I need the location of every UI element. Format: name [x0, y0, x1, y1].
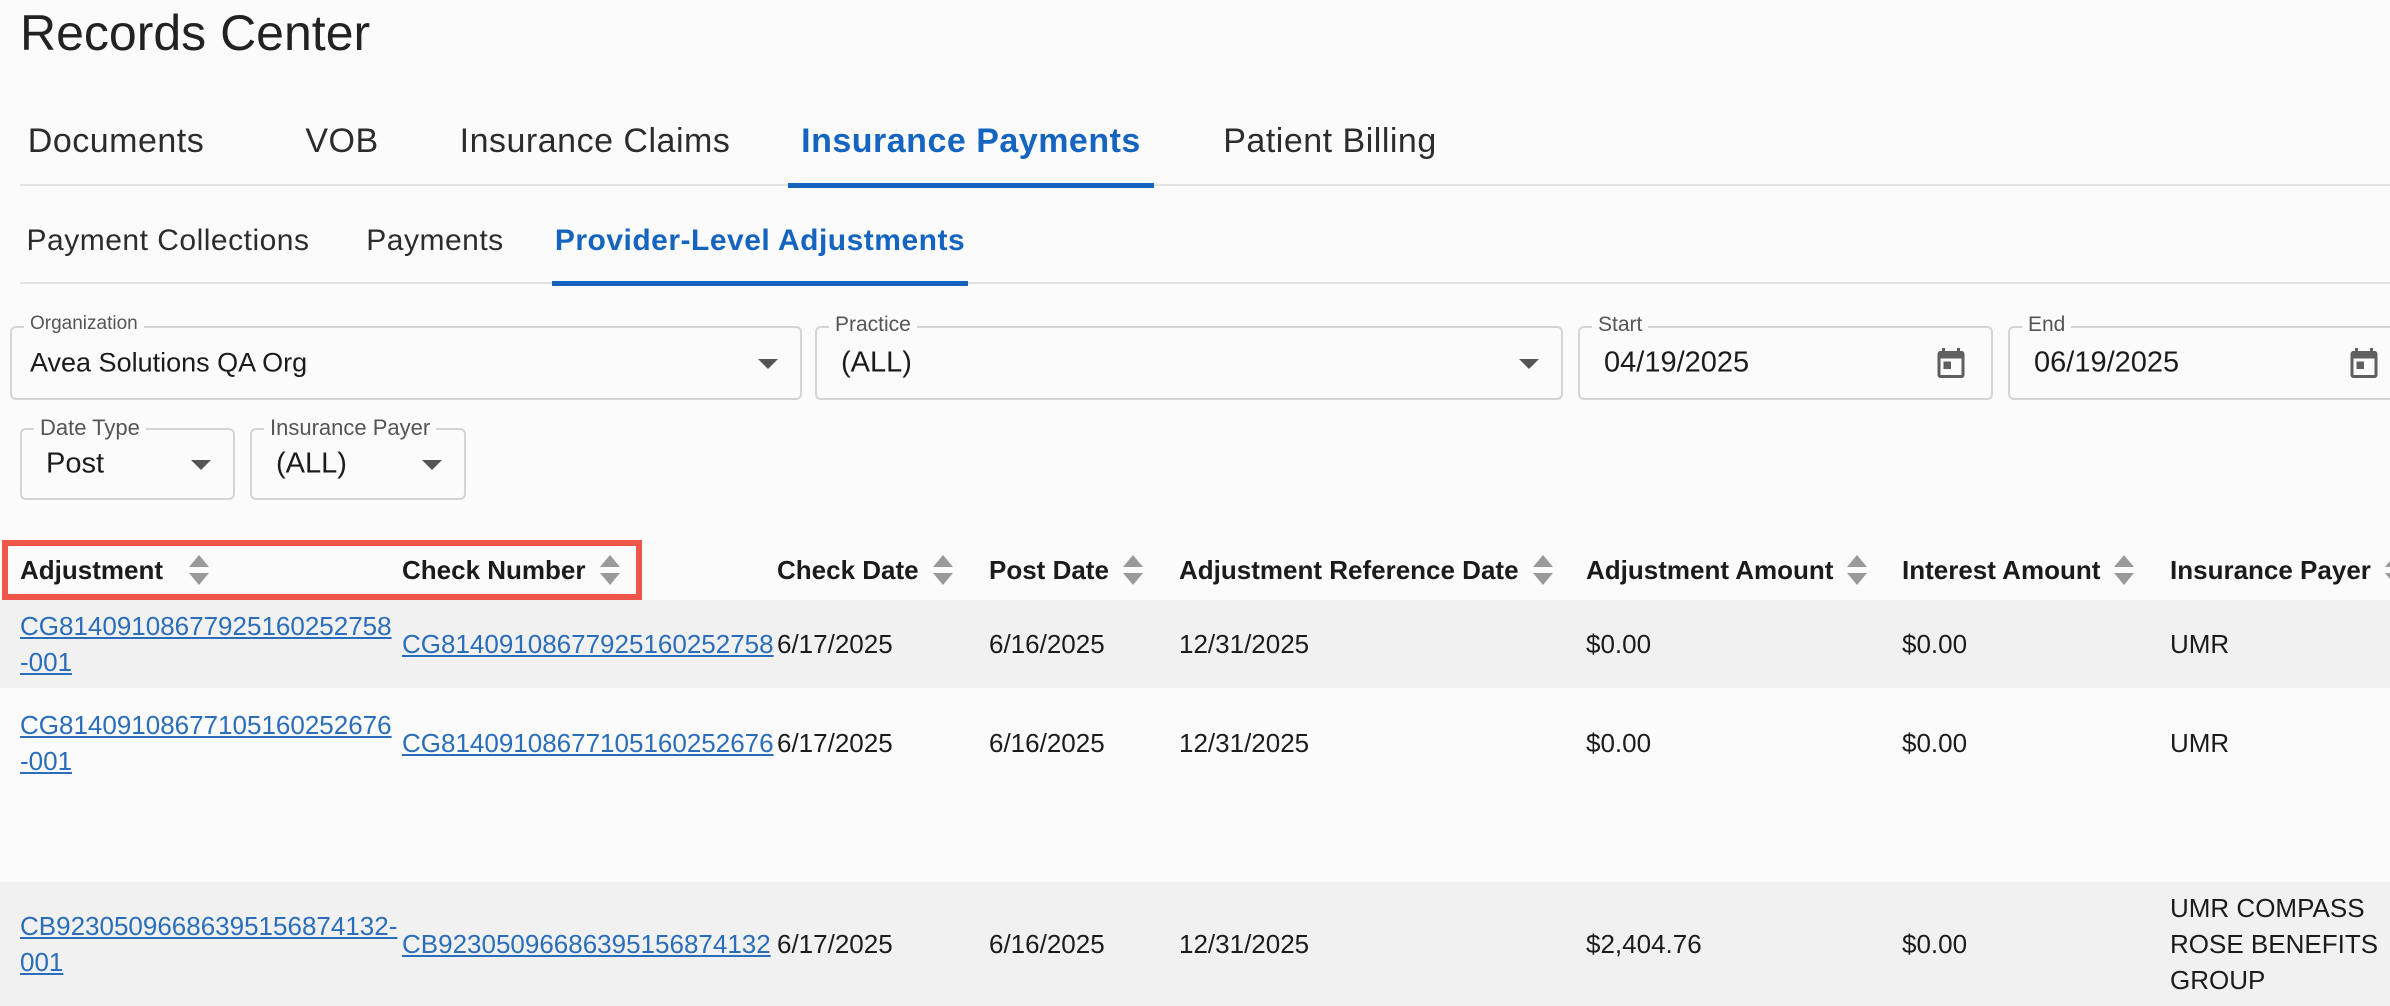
insurance-payer-select[interactable]: Insurance Payer (ALL)	[250, 415, 466, 500]
column-header-label: Insurance Payer	[2170, 554, 2371, 585]
subtab-payments[interactable]: Payments	[360, 206, 510, 284]
main-tabs: Documents VOB Insurance Claims Insurance…	[20, 106, 2390, 188]
sort-icon[interactable]	[2114, 555, 2135, 585]
column-header-label: Post Date	[989, 554, 1109, 585]
column-header-label: Check Date	[777, 554, 919, 585]
date-type-label: Date Type	[34, 415, 146, 441]
cell-reference-date: 12/31/2025	[1179, 728, 1310, 758]
cell-check-date: 6/17/2025	[777, 728, 893, 758]
cell-check-number: CB92305096686395156874132	[402, 882, 771, 1006]
cell-interest-amount: $0.00	[1902, 929, 1968, 959]
tab-insurance-claims[interactable]: Insurance Claims	[440, 106, 750, 186]
cell-check-number: CG81409108677105160252676	[402, 688, 774, 798]
cell-reference-date: 12/31/2025	[1179, 929, 1310, 959]
cell-post-date: 6/16/2025	[989, 629, 1105, 659]
column-header-insurance-payer[interactable]: Insurance Payer	[2170, 540, 2390, 600]
cell-adjustment-amount: $2,404.76	[1586, 929, 1702, 959]
date-type-value: Post	[46, 447, 105, 480]
sort-icon[interactable]	[1847, 555, 1868, 585]
end-date-field[interactable]: End 06/19/2025	[2008, 313, 2390, 400]
chevron-down-icon	[1519, 359, 1539, 369]
organization-label: Organization	[24, 313, 144, 335]
cell-adjustment: CB92305096686395156874132-001	[20, 882, 400, 1006]
sort-icon[interactable]	[2384, 555, 2390, 585]
end-value: 06/19/2025	[2034, 346, 2180, 379]
check-number-link[interactable]: CG81409108677925160252758	[402, 626, 774, 662]
adjustment-link[interactable]: CB92305096686395156874132-001	[20, 908, 400, 980]
column-header-label: Adjustment	[20, 554, 163, 585]
sort-icon[interactable]	[1532, 555, 1553, 585]
tab-insurance-payments[interactable]: Insurance Payments	[788, 106, 1154, 188]
cell-check-date: 6/17/2025	[777, 629, 893, 659]
column-header-label: Adjustment Reference Date	[1179, 554, 1519, 585]
column-header-adjustment-reference-date[interactable]: Adjustment Reference Date	[1179, 540, 1553, 600]
column-header-post-date[interactable]: Post Date	[989, 540, 1143, 600]
cell-post-date: 6/16/2025	[989, 929, 1105, 959]
column-header-check-number[interactable]: Check Number	[402, 540, 620, 600]
check-number-link[interactable]: CB92305096686395156874132	[402, 926, 771, 962]
practice-value: (ALL)	[841, 346, 912, 379]
cell-reference-date: 12/31/2025	[1179, 629, 1310, 659]
sort-icon[interactable]	[1122, 555, 1143, 585]
cell-interest-amount: $0.00	[1902, 728, 1968, 758]
practice-select[interactable]: Practice (ALL)	[815, 313, 1563, 400]
cell-adjustment-amount: $0.00	[1586, 629, 1652, 659]
cell-insurance-payer: UMR	[2170, 629, 2230, 659]
adjustment-link[interactable]: CG81409108677925160252758-001	[20, 608, 400, 680]
cell-post-date: 6/16/2025	[989, 728, 1105, 758]
organization-select[interactable]: Organization Avea Solutions QA Org	[10, 313, 802, 400]
chevron-down-icon	[191, 460, 211, 470]
chevron-down-icon	[758, 359, 778, 369]
tab-documents[interactable]: Documents	[20, 106, 212, 186]
column-header-adjustment-amount[interactable]: Adjustment Amount	[1586, 540, 1868, 600]
column-header-adjustment[interactable]: Adjustment	[20, 540, 209, 600]
tab-vob[interactable]: VOB	[282, 106, 402, 186]
column-header-label: Check Number	[402, 554, 586, 585]
cell-adjustment-amount: $0.00	[1586, 728, 1652, 758]
cell-insurance-payer: UMR	[2170, 728, 2230, 758]
cell-check-number: CG81409108677925160252758	[402, 600, 774, 688]
subtab-payment-collections[interactable]: Payment Collections	[20, 206, 316, 284]
page-title: Records Center	[20, 5, 371, 61]
table-header: Adjustment Check Number Check Date Post …	[0, 540, 2390, 600]
start-value: 04/19/2025	[1604, 346, 1750, 379]
column-header-label: Adjustment Amount	[1586, 554, 1834, 585]
table-row: CG81409108677105160252676-001 CG81409108…	[0, 688, 2390, 882]
organization-value: Avea Solutions QA Org	[30, 347, 308, 378]
column-header-check-date[interactable]: Check Date	[777, 540, 953, 600]
start-label: Start	[1592, 313, 1649, 337]
cell-insurance-payer: UMR COMPASS ROSE BENEFITS GROUP	[2170, 893, 2379, 995]
cell-adjustment: CG81409108677105160252676-001	[20, 688, 400, 798]
sort-icon[interactable]	[932, 555, 953, 585]
sort-icon[interactable]	[189, 555, 209, 585]
insurance-payer-value: (ALL)	[276, 447, 347, 480]
table-row: CG81409108677925160252758-001 CG81409108…	[0, 600, 2390, 688]
cell-interest-amount: $0.00	[1902, 629, 1968, 659]
column-header-label: Interest Amount	[1902, 554, 2101, 585]
end-label: End	[2022, 313, 2072, 337]
cell-check-date: 6/17/2025	[777, 929, 893, 959]
check-number-link[interactable]: CG81409108677105160252676	[402, 725, 774, 761]
adjustment-link[interactable]: CG81409108677105160252676-001	[20, 707, 400, 779]
tab-patient-billing[interactable]: Patient Billing	[1200, 106, 1460, 186]
sort-icon[interactable]	[599, 555, 620, 585]
column-header-interest-amount[interactable]: Interest Amount	[1902, 540, 2135, 600]
date-type-select[interactable]: Date Type Post	[20, 415, 235, 500]
insurance-payer-label: Insurance Payer	[264, 415, 437, 441]
calendar-icon[interactable]	[1933, 344, 1969, 382]
sub-tabs: Payment Collections Payments Provider-Le…	[20, 206, 2390, 286]
table-row: CB92305096686395156874132-001 CB92305096…	[0, 882, 2390, 1006]
start-date-field[interactable]: Start 04/19/2025	[1578, 313, 1993, 400]
calendar-icon[interactable]	[2346, 344, 2382, 382]
subtab-provider-level-adjustments[interactable]: Provider-Level Adjustments	[552, 206, 968, 286]
chevron-down-icon	[422, 460, 442, 470]
practice-label: Practice	[829, 313, 917, 337]
cell-adjustment: CG81409108677925160252758-001	[20, 600, 400, 688]
